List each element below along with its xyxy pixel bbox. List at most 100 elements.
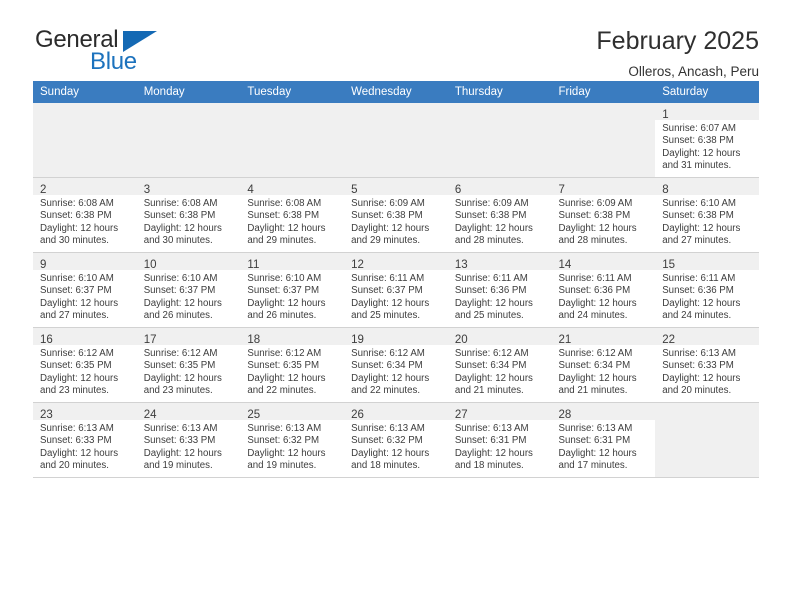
calendar-day[interactable]: 27 Sunrise: 6:13 AM Sunset: 6:31 PM Dayligh… — [447, 403, 552, 477]
day-number: 3 — [143, 184, 151, 196]
sunset-text: Sunset: 6:37 PM — [247, 285, 320, 297]
calendar-day[interactable]: 25 Sunrise: 6:13 AM Sunset: 6:32 PM Dayligh… — [240, 403, 345, 477]
daylight-text-line2: and 24 minutes. — [558, 310, 628, 322]
calendar-cell: 22 Sunrise: 6:13 AM Sunset: 6:33 PM Dayligh… — [655, 327, 759, 403]
calendar-day[interactable]: 16 Sunrise: 6:12 AM Sunset: 6:35 PM Dayligh… — [33, 328, 137, 402]
calendar-day[interactable]: 5 Sunrise: 6:09 AM Sunset: 6:38 PM Daylight… — [344, 178, 448, 252]
page-header: General Blue February 2025 Olleros, Anca… — [33, 0, 759, 79]
day-number-bar: 5 — [344, 178, 448, 196]
day-details: Sunrise: 6:12 AM Sunset: 6:35 PM Daylight:… — [240, 345, 344, 398]
calendar-day[interactable]: 19 Sunrise: 6:12 AM Sunset: 6:34 PM Dayligh… — [344, 328, 448, 402]
daylight-text-line2: and 18 minutes. — [454, 460, 524, 472]
day-number: 14 — [558, 259, 572, 271]
calendar-day[interactable]: 14 Sunrise: 6:11 AM Sunset: 6:36 PM Dayligh… — [551, 253, 656, 327]
calendar-day[interactable]: 15 Sunrise: 6:11 AM Sunset: 6:36 PM Dayligh… — [655, 253, 759, 327]
day-details: Sunrise: 6:13 AM Sunset: 6:32 PM Daylight:… — [344, 420, 448, 473]
daylight-text-line1: Daylight: 12 hours — [558, 222, 637, 234]
daylight-text-line1: Daylight: 12 hours — [143, 222, 222, 234]
day-details: Sunrise: 6:10 AM Sunset: 6:38 PM Daylight:… — [655, 195, 759, 248]
sunrise-text: Sunrise: 6:12 AM — [40, 348, 114, 359]
day-details: Sunrise: 6:12 AM Sunset: 6:34 PM Daylight:… — [344, 345, 448, 398]
calendar-day[interactable]: 2 Sunrise: 6:08 AM Sunset: 6:38 PM Daylight… — [33, 178, 137, 252]
sunrise-text: Sunrise: 6:10 AM — [143, 273, 218, 284]
sunset-text: Sunset: 6:38 PM — [558, 210, 631, 222]
sunrise-text: Sunrise: 6:11 AM — [351, 273, 425, 284]
sunrise-text: Sunrise: 6:13 AM — [40, 423, 114, 434]
sunset-text: Sunset: 6:33 PM — [662, 360, 734, 372]
daylight-text-line2: and 27 minutes. — [662, 235, 732, 247]
calendar-day[interactable]: 10 Sunrise: 6:10 AM Sunset: 6:37 PM Dayligh… — [136, 253, 241, 327]
calendar-day[interactable]: 11 Sunrise: 6:10 AM Sunset: 6:37 PM Dayligh… — [240, 253, 345, 327]
day-number-bar: 19 — [344, 328, 448, 346]
daylight-text-line2: and 28 minutes. — [454, 235, 524, 247]
calendar-cell: 12 Sunrise: 6:11 AM Sunset: 6:37 PM Dayligh… — [344, 252, 448, 328]
sunrise-sunset-calendar: Sunday Monday Tuesday Wednesday Thursday… — [33, 81, 759, 478]
calendar-day[interactable]: 9 Sunrise: 6:10 AM Sunset: 6:37 PM Daylight… — [33, 253, 137, 327]
day-details: Sunrise: 6:13 AM Sunset: 6:33 PM Daylight:… — [655, 345, 759, 398]
day-number-bar: 4 — [240, 178, 345, 196]
daylight-text-line2: and 25 minutes. — [454, 310, 524, 322]
daylight-text-line2: and 19 minutes. — [247, 460, 317, 472]
daylight-text-line2: and 22 minutes. — [247, 385, 317, 397]
calendar-day[interactable]: 18 Sunrise: 6:12 AM Sunset: 6:35 PM Dayligh… — [240, 328, 345, 402]
day-number-bar: 8 — [655, 178, 759, 196]
calendar-day[interactable]: 8 Sunrise: 6:10 AM Sunset: 6:38 PM Daylight… — [655, 178, 759, 252]
daylight-text-line1: Daylight: 12 hours — [247, 297, 326, 309]
calendar-day[interactable]: 4 Sunrise: 6:08 AM Sunset: 6:38 PM Daylight… — [240, 178, 345, 252]
calendar-header-row: Sunday Monday Tuesday Wednesday Thursday… — [33, 81, 759, 103]
daylight-text-line2: and 18 minutes. — [351, 460, 421, 472]
calendar-cell: 23 Sunrise: 6:13 AM Sunset: 6:33 PM Dayligh… — [33, 402, 137, 478]
calendar-day[interactable]: 23 Sunrise: 6:13 AM Sunset: 6:33 PM Dayligh… — [33, 403, 137, 477]
day-details: Sunrise: 6:10 AM Sunset: 6:37 PM Daylight:… — [240, 270, 344, 323]
day-details: Sunrise: 6:12 AM Sunset: 6:35 PM Daylight:… — [137, 345, 241, 398]
sunset-text: Sunset: 6:36 PM — [558, 285, 631, 297]
sunset-text: Sunset: 6:36 PM — [662, 285, 734, 297]
sunrise-text: Sunrise: 6:11 AM — [662, 273, 736, 284]
calendar-cell: 10 Sunrise: 6:10 AM Sunset: 6:37 PM Dayligh… — [136, 252, 241, 328]
daylight-text-line1: Daylight: 12 hours — [40, 222, 119, 234]
calendar-day[interactable]: 24 Sunrise: 6:13 AM Sunset: 6:33 PM Dayligh… — [136, 403, 241, 477]
day-details: Sunrise: 6:09 AM Sunset: 6:38 PM Daylight:… — [344, 195, 448, 248]
daylight-text-line2: and 21 minutes. — [454, 385, 524, 397]
sunrise-text: Sunrise: 6:12 AM — [143, 348, 218, 359]
daylight-text-line2: and 27 minutes. — [40, 310, 109, 322]
daylight-text-line1: Daylight: 12 hours — [143, 297, 222, 309]
day-details: Sunrise: 6:11 AM Sunset: 6:37 PM Daylight:… — [344, 270, 448, 323]
daylight-text-line2: and 17 minutes. — [558, 460, 628, 472]
day-details: Sunrise: 6:12 AM Sunset: 6:34 PM Daylight:… — [552, 345, 656, 398]
daylight-text-line2: and 24 minutes. — [662, 310, 732, 322]
sunset-text: Sunset: 6:34 PM — [454, 360, 527, 372]
calendar-cell: 28 Sunrise: 6:13 AM Sunset: 6:31 PM Dayligh… — [551, 402, 656, 478]
calendar-day[interactable]: 3 Sunrise: 6:08 AM Sunset: 6:38 PM Daylight… — [136, 178, 241, 252]
calendar-body: 1 Sunrise: 6:07 AM Sunset: 6:38 PM Daylight… — [33, 103, 759, 478]
sunrise-text: Sunrise: 6:13 AM — [558, 423, 633, 434]
calendar-day[interactable]: 26 Sunrise: 6:13 AM Sunset: 6:32 PM Dayligh… — [344, 403, 448, 477]
day-number-bar: 27 — [447, 403, 552, 421]
calendar-day[interactable]: 13 Sunrise: 6:11 AM Sunset: 6:36 PM Dayligh… — [447, 253, 552, 327]
sunset-text: Sunset: 6:38 PM — [40, 210, 112, 222]
sunset-text: Sunset: 6:37 PM — [143, 285, 216, 297]
sunrise-text: Sunrise: 6:10 AM — [662, 198, 736, 209]
daylight-text-line1: Daylight: 12 hours — [247, 372, 326, 384]
sunrise-text: Sunrise: 6:07 AM — [662, 123, 736, 134]
calendar-day-empty — [344, 103, 448, 177]
calendar-day[interactable]: 21 Sunrise: 6:12 AM Sunset: 6:34 PM Dayligh… — [551, 328, 656, 402]
calendar-day[interactable]: 20 Sunrise: 6:12 AM Sunset: 6:34 PM Dayligh… — [447, 328, 552, 402]
calendar-day[interactable]: 17 Sunrise: 6:12 AM Sunset: 6:35 PM Dayligh… — [136, 328, 241, 402]
calendar-cell: 15 Sunrise: 6:11 AM Sunset: 6:36 PM Dayligh… — [655, 252, 759, 328]
calendar-day[interactable]: 6 Sunrise: 6:09 AM Sunset: 6:38 PM Daylight… — [447, 178, 552, 252]
day-details: Sunrise: 6:12 AM Sunset: 6:35 PM Daylight:… — [33, 345, 137, 398]
calendar-day[interactable]: 7 Sunrise: 6:09 AM Sunset: 6:38 PM Daylight… — [551, 178, 656, 252]
daylight-text-line1: Daylight: 12 hours — [454, 297, 533, 309]
daylight-text-line1: Daylight: 12 hours — [247, 447, 326, 459]
day-details: Sunrise: 6:08 AM Sunset: 6:38 PM Daylight:… — [137, 195, 241, 248]
calendar-day[interactable]: 28 Sunrise: 6:13 AM Sunset: 6:31 PM Dayligh… — [551, 403, 656, 477]
calendar-day[interactable]: 1 Sunrise: 6:07 AM Sunset: 6:38 PM Daylight… — [655, 103, 759, 177]
calendar-day[interactable]: 12 Sunrise: 6:11 AM Sunset: 6:37 PM Dayligh… — [344, 253, 448, 327]
daylight-text-line2: and 29 minutes. — [351, 235, 421, 247]
daylight-text-line1: Daylight: 12 hours — [454, 447, 533, 459]
day-number: 24 — [143, 409, 157, 421]
calendar-day[interactable]: 22 Sunrise: 6:13 AM Sunset: 6:33 PM Dayligh… — [655, 328, 759, 402]
day-number-bar — [240, 103, 344, 120]
sunrise-text: Sunrise: 6:12 AM — [454, 348, 529, 359]
